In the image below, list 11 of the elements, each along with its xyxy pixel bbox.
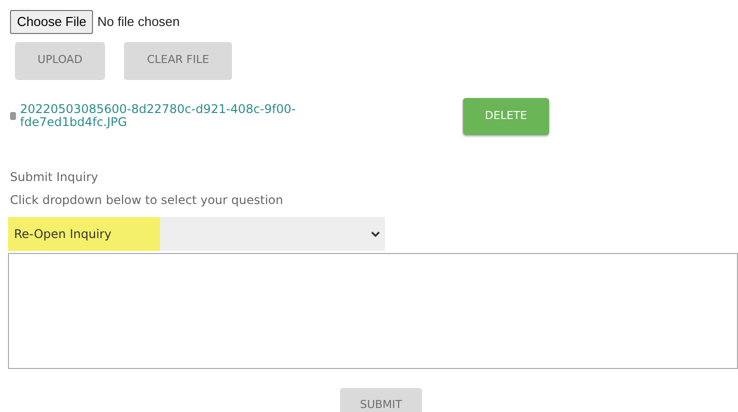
attachment-icon (10, 112, 16, 120)
message-field[interactable] (8, 252, 738, 368)
delete-button[interactable]: DELETE (463, 98, 549, 134)
attachment-link[interactable]: 20220503085600-8d22780c-d921-408c-9f00-fde7ed1bd4fc.JPG (20, 103, 360, 129)
choose-file-button[interactable]: Choose File (10, 10, 94, 34)
instruction-text: Click dropdown below to select your question (10, 192, 284, 208)
question-dropdown[interactable]: Re-Open Inquiry (8, 216, 385, 250)
section-title: Submit Inquiry (10, 168, 100, 186)
chevron-down-icon (371, 230, 380, 236)
file-status-text: No file chosen (97, 13, 180, 31)
selected-option-text: Re-Open Inquiry (8, 216, 160, 250)
